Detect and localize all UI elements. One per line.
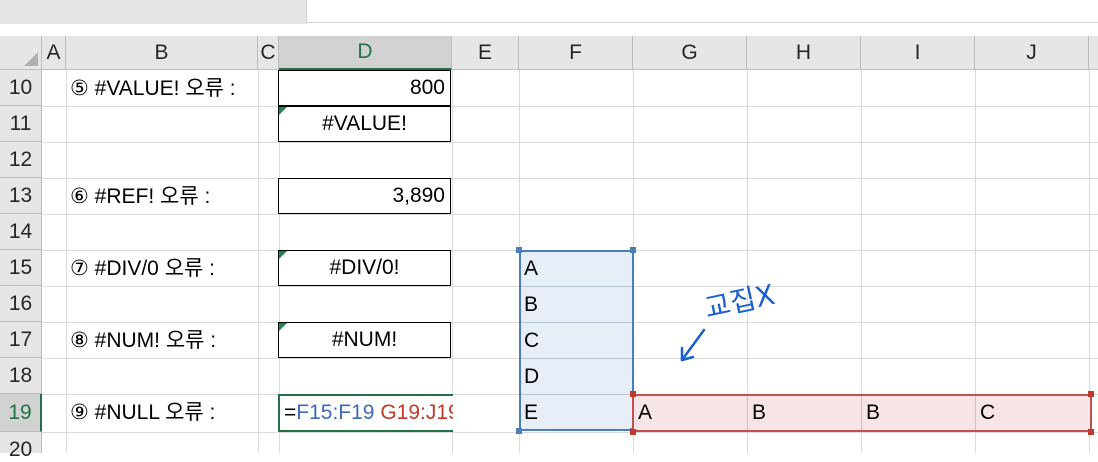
handwritten-arrow-icon bbox=[680, 328, 706, 362]
gridline bbox=[42, 142, 1098, 143]
cell-d13[interactable]: 3,890 bbox=[278, 178, 451, 214]
cell-b10-label[interactable]: ⑤ #VALUE! 오류 : bbox=[70, 78, 236, 99]
gridline bbox=[42, 106, 1098, 107]
range-handle-top-left[interactable] bbox=[516, 247, 522, 253]
column-header-c[interactable]: C bbox=[258, 36, 279, 70]
error-indicator-icon bbox=[279, 323, 287, 331]
handwritten-annotation: 교집X bbox=[701, 277, 778, 325]
cell-f19[interactable]: E bbox=[521, 395, 632, 431]
range-handle-top-right[interactable] bbox=[1088, 391, 1094, 397]
cell-f18[interactable]: D bbox=[521, 359, 632, 395]
gridline bbox=[258, 70, 259, 453]
ribbon-fragment bbox=[0, 0, 1098, 36]
cell-b17-label[interactable]: ⑧ #NUM! 오류 : bbox=[70, 330, 216, 351]
row-header-12[interactable]: 12 bbox=[0, 142, 42, 178]
cell-f17[interactable]: C bbox=[521, 323, 632, 359]
range-handle-bottom-right[interactable] bbox=[1088, 429, 1094, 435]
row-header-11[interactable]: 11 bbox=[0, 106, 42, 142]
formula-range-1: F15:F19 bbox=[296, 401, 375, 424]
column-header-j[interactable]: J bbox=[975, 36, 1089, 70]
cell-d15[interactable]: #DIV/0! bbox=[278, 250, 451, 286]
cell-d10[interactable]: 800 bbox=[278, 70, 451, 106]
row-header-18[interactable]: 18 bbox=[0, 358, 42, 394]
cell-g19[interactable]: A bbox=[634, 396, 748, 430]
row-header-14[interactable]: 14 bbox=[0, 214, 42, 250]
gridline bbox=[42, 178, 1098, 179]
cell-j19[interactable]: C bbox=[976, 396, 1090, 430]
column-header-f[interactable]: F bbox=[519, 36, 633, 70]
cell-h19[interactable]: B bbox=[748, 396, 862, 430]
error-indicator-icon bbox=[279, 107, 287, 115]
column-header-a[interactable]: A bbox=[42, 36, 66, 70]
row-header-13[interactable]: 13 bbox=[0, 178, 42, 214]
formula-equals: = bbox=[284, 401, 297, 424]
cell-d11-value: #VALUE! bbox=[322, 112, 407, 135]
cell-f16[interactable]: B bbox=[521, 287, 632, 323]
gridline bbox=[42, 432, 1098, 433]
column-header-h[interactable]: H bbox=[747, 36, 861, 70]
row-header-19[interactable]: 19 bbox=[0, 394, 42, 432]
cell-d10-value: 800 bbox=[409, 76, 445, 99]
cell-i19[interactable]: B bbox=[862, 396, 976, 430]
column-header-k-partial[interactable] bbox=[1089, 36, 1098, 70]
formula-range-2: G19:J19 bbox=[380, 401, 453, 424]
gridline bbox=[42, 214, 1098, 215]
cell-d15-value: #DIV/0! bbox=[329, 256, 400, 279]
select-all-icon bbox=[24, 52, 38, 66]
active-cell-d19-formula[interactable]: = F15:F19 G19:J19 bbox=[278, 394, 453, 432]
cell-d13-value: 3,890 bbox=[392, 184, 445, 207]
cell-d11[interactable]: #VALUE! bbox=[278, 106, 451, 142]
gridline bbox=[66, 70, 67, 453]
error-indicator-icon bbox=[279, 251, 287, 259]
column-header-b[interactable]: B bbox=[66, 36, 258, 70]
cell-b19-label[interactable]: ⑨ #NULL 오류 : bbox=[70, 402, 215, 423]
cell-b15-label[interactable]: ⑦ #DIV/0 오류 : bbox=[70, 258, 215, 279]
select-all-corner[interactable] bbox=[0, 36, 42, 70]
cell-d17[interactable]: #NUM! bbox=[278, 322, 451, 358]
range-handle-bottom-left[interactable] bbox=[630, 429, 636, 435]
column-header-g[interactable]: G bbox=[633, 36, 747, 70]
column-header-e[interactable]: E bbox=[452, 36, 519, 70]
row-header-10[interactable]: 10 bbox=[0, 70, 42, 106]
row-header-20[interactable]: 20 bbox=[0, 432, 42, 461]
range-handle-top-right[interactable] bbox=[630, 247, 636, 253]
row-header-16[interactable]: 16 bbox=[0, 286, 42, 322]
row-header-17[interactable]: 17 bbox=[0, 322, 42, 358]
cell-f15[interactable]: A bbox=[521, 251, 632, 287]
cell-d17-value: #NUM! bbox=[331, 328, 398, 351]
row-header-15[interactable]: 15 bbox=[0, 250, 42, 286]
column-header-d[interactable]: D bbox=[279, 36, 452, 70]
range-handle-bottom-left[interactable] bbox=[516, 428, 522, 434]
cell-b13-label[interactable]: ⑥ #REF! 오류 : bbox=[70, 186, 210, 207]
column-header-i[interactable]: I bbox=[861, 36, 975, 70]
range-handle-top-left[interactable] bbox=[630, 391, 636, 397]
